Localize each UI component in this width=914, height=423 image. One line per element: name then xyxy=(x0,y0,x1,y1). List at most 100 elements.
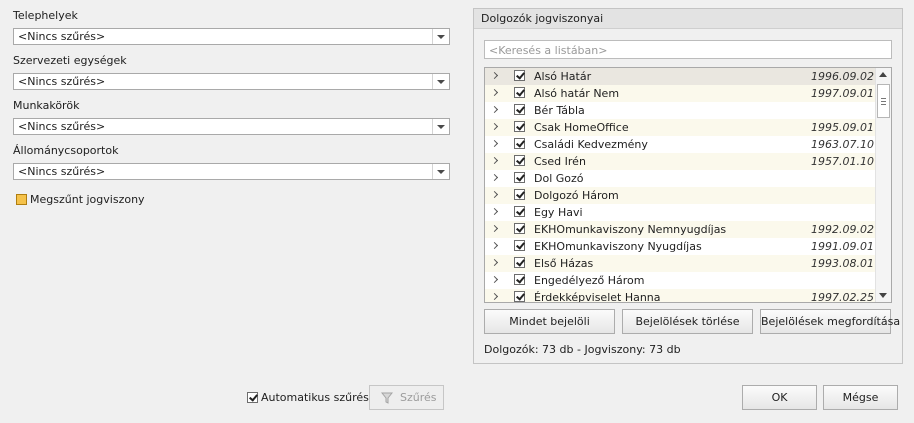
auto-filter-checkbox-row[interactable]: Automatikus szűrés xyxy=(246,390,369,406)
panel-title: Dolgozók jogviszonyai xyxy=(481,12,604,25)
expand-chevron-icon[interactable] xyxy=(490,105,499,114)
terminated-checkbox-row[interactable]: Megszűnt jogviszony xyxy=(14,192,174,208)
row-date: 1996.09.02 xyxy=(811,70,874,83)
list-item[interactable]: Dol Gozó xyxy=(485,170,876,187)
expand-chevron-icon[interactable] xyxy=(490,173,499,182)
filter-button-label: Szűrés xyxy=(400,391,437,404)
row-date: 1963.07.10 xyxy=(811,138,874,151)
dropdown-arrow-icon[interactable] xyxy=(432,74,449,89)
telephelyek-combo[interactable]: <Nincs szűrés> xyxy=(13,28,450,45)
row-name: EKHOmunkaviszony Nyugdíjas xyxy=(534,240,702,253)
auto-filter-label: Automatikus szűrés xyxy=(261,391,369,404)
row-checkbox[interactable] xyxy=(514,206,525,217)
list-item[interactable]: Alsó Határ 1996.09.02 xyxy=(485,68,876,85)
panel-header: Dolgozók jogviszonyai xyxy=(474,9,902,29)
row-name: Dol Gozó xyxy=(534,172,584,185)
row-name: Érdekképviselet Hanna xyxy=(534,291,661,303)
row-date: 1997.02.25 xyxy=(811,291,874,303)
expand-chevron-icon[interactable] xyxy=(490,71,499,80)
row-date: 1991.09.01 xyxy=(811,240,874,253)
terminated-checkbox[interactable] xyxy=(16,194,27,205)
dropdown-arrow-icon[interactable] xyxy=(432,164,449,179)
expand-chevron-icon[interactable] xyxy=(490,241,499,250)
munkakorok-label: Munkakörök xyxy=(13,99,80,112)
expand-chevron-icon[interactable] xyxy=(490,224,499,233)
employees-panel: Dolgozók jogviszonyai Alsó Határ 1996.09.… xyxy=(473,8,903,364)
auto-filter-checkbox[interactable] xyxy=(247,392,258,403)
row-date: 1957.01.10 xyxy=(811,155,874,168)
clear-selection-button[interactable]: Bejelölések törlése xyxy=(622,309,753,334)
expand-chevron-icon[interactable] xyxy=(490,190,499,199)
terminated-label: Megszűnt jogviszony xyxy=(30,193,145,206)
row-checkbox[interactable] xyxy=(514,257,525,268)
filter-funnel-icon xyxy=(381,392,393,404)
row-name: Csak HomeOffice xyxy=(534,121,629,134)
scroll-thumb[interactable] xyxy=(877,84,890,118)
row-checkbox[interactable] xyxy=(514,121,525,132)
cancel-button[interactable]: Mégse xyxy=(823,385,898,410)
expand-chevron-icon[interactable] xyxy=(490,88,499,97)
filter-button[interactable]: Szűrés xyxy=(369,385,444,410)
dropdown-arrow-icon[interactable] xyxy=(432,119,449,134)
scroll-down-icon[interactable] xyxy=(879,293,887,298)
summary-text: Dolgozók: 73 db - Jogviszony: 73 db xyxy=(484,343,681,356)
munkakorok-combo[interactable]: <Nincs szűrés> xyxy=(13,118,450,135)
row-name: Egy Havi xyxy=(534,206,583,219)
szervezeti-egysegek-label: Szervezeti egységek xyxy=(13,54,127,67)
list-item[interactable]: EKHOmunkaviszony Nyugdíjas 1991.09.01 xyxy=(485,238,876,255)
szervezeti-egysegek-value: <Nincs szűrés> xyxy=(18,75,106,88)
row-checkbox[interactable] xyxy=(514,70,525,81)
list-item[interactable]: Bér Tábla xyxy=(485,102,876,119)
munkakorok-value: <Nincs szűrés> xyxy=(18,120,106,133)
list-item[interactable]: Alsó határ Nem 1997.09.01 xyxy=(485,85,876,102)
row-checkbox[interactable] xyxy=(514,189,525,200)
list-item[interactable]: Első Házas 1993.08.01 xyxy=(485,255,876,272)
employee-list: Alsó Határ 1996.09.02 Alsó határ Nem 1997.0… xyxy=(484,67,892,303)
row-name: Alsó határ Nem xyxy=(534,87,620,100)
expand-chevron-icon[interactable] xyxy=(490,139,499,148)
row-checkbox[interactable] xyxy=(514,223,525,234)
row-checkbox[interactable] xyxy=(514,291,525,302)
list-search-input[interactable] xyxy=(487,42,891,58)
list-item[interactable]: Családi Kedvezmény 1963.07.10 xyxy=(485,136,876,153)
row-checkbox[interactable] xyxy=(514,274,525,285)
select-all-button[interactable]: Mindet bejelöli xyxy=(484,309,615,334)
expand-chevron-icon[interactable] xyxy=(490,207,499,216)
row-checkbox[interactable] xyxy=(514,138,525,149)
invert-selection-button[interactable]: Bejelölések megfordítása xyxy=(760,309,900,334)
telephelyek-label: Telephelyek xyxy=(13,9,78,22)
row-checkbox[interactable] xyxy=(514,87,525,98)
row-name: Alsó Határ xyxy=(534,70,592,83)
row-name: Csed Irén xyxy=(534,155,586,168)
expand-chevron-icon[interactable] xyxy=(490,122,499,131)
list-search-box[interactable] xyxy=(484,40,892,59)
dropdown-arrow-icon[interactable] xyxy=(432,29,449,44)
row-checkbox[interactable] xyxy=(514,240,525,251)
expand-chevron-icon[interactable] xyxy=(490,156,499,165)
ok-button[interactable]: OK xyxy=(742,385,817,410)
row-checkbox[interactable] xyxy=(514,172,525,183)
list-item[interactable]: Egy Havi xyxy=(485,204,876,221)
allomanycsoportok-value: <Nincs szűrés> xyxy=(18,165,106,178)
row-name: Családi Kedvezmény xyxy=(534,138,648,151)
telephelyek-value: <Nincs szűrés> xyxy=(18,30,106,43)
expand-chevron-icon[interactable] xyxy=(490,275,499,284)
row-checkbox[interactable] xyxy=(514,104,525,115)
row-date: 1993.08.01 xyxy=(811,257,874,270)
list-item[interactable]: Csed Irén 1957.01.10 xyxy=(485,153,876,170)
list-item[interactable]: Érdekképviselet Hanna 1997.02.25 xyxy=(485,289,876,303)
szervezeti-egysegek-combo[interactable]: <Nincs szűrés> xyxy=(13,73,450,90)
row-name: Bér Tábla xyxy=(534,104,585,117)
expand-chevron-icon[interactable] xyxy=(490,258,499,267)
allomanycsoportok-label: Állománycsoportok xyxy=(13,144,119,157)
expand-chevron-icon[interactable] xyxy=(490,292,499,301)
list-item[interactable]: Csak HomeOffice 1995.09.01 xyxy=(485,119,876,136)
scroll-up-icon[interactable] xyxy=(879,72,887,77)
row-checkbox[interactable] xyxy=(514,155,525,166)
row-name: Engedélyező Három xyxy=(534,274,645,287)
list-item[interactable]: Engedélyező Három xyxy=(485,272,876,289)
list-scrollbar[interactable] xyxy=(875,68,891,302)
list-item[interactable]: EKHOmunkaviszony Nemnyugdíjas 1992.09.02 xyxy=(485,221,876,238)
allomanycsoportok-combo[interactable]: <Nincs szűrés> xyxy=(13,163,450,180)
list-item[interactable]: Dolgozó Három xyxy=(485,187,876,204)
